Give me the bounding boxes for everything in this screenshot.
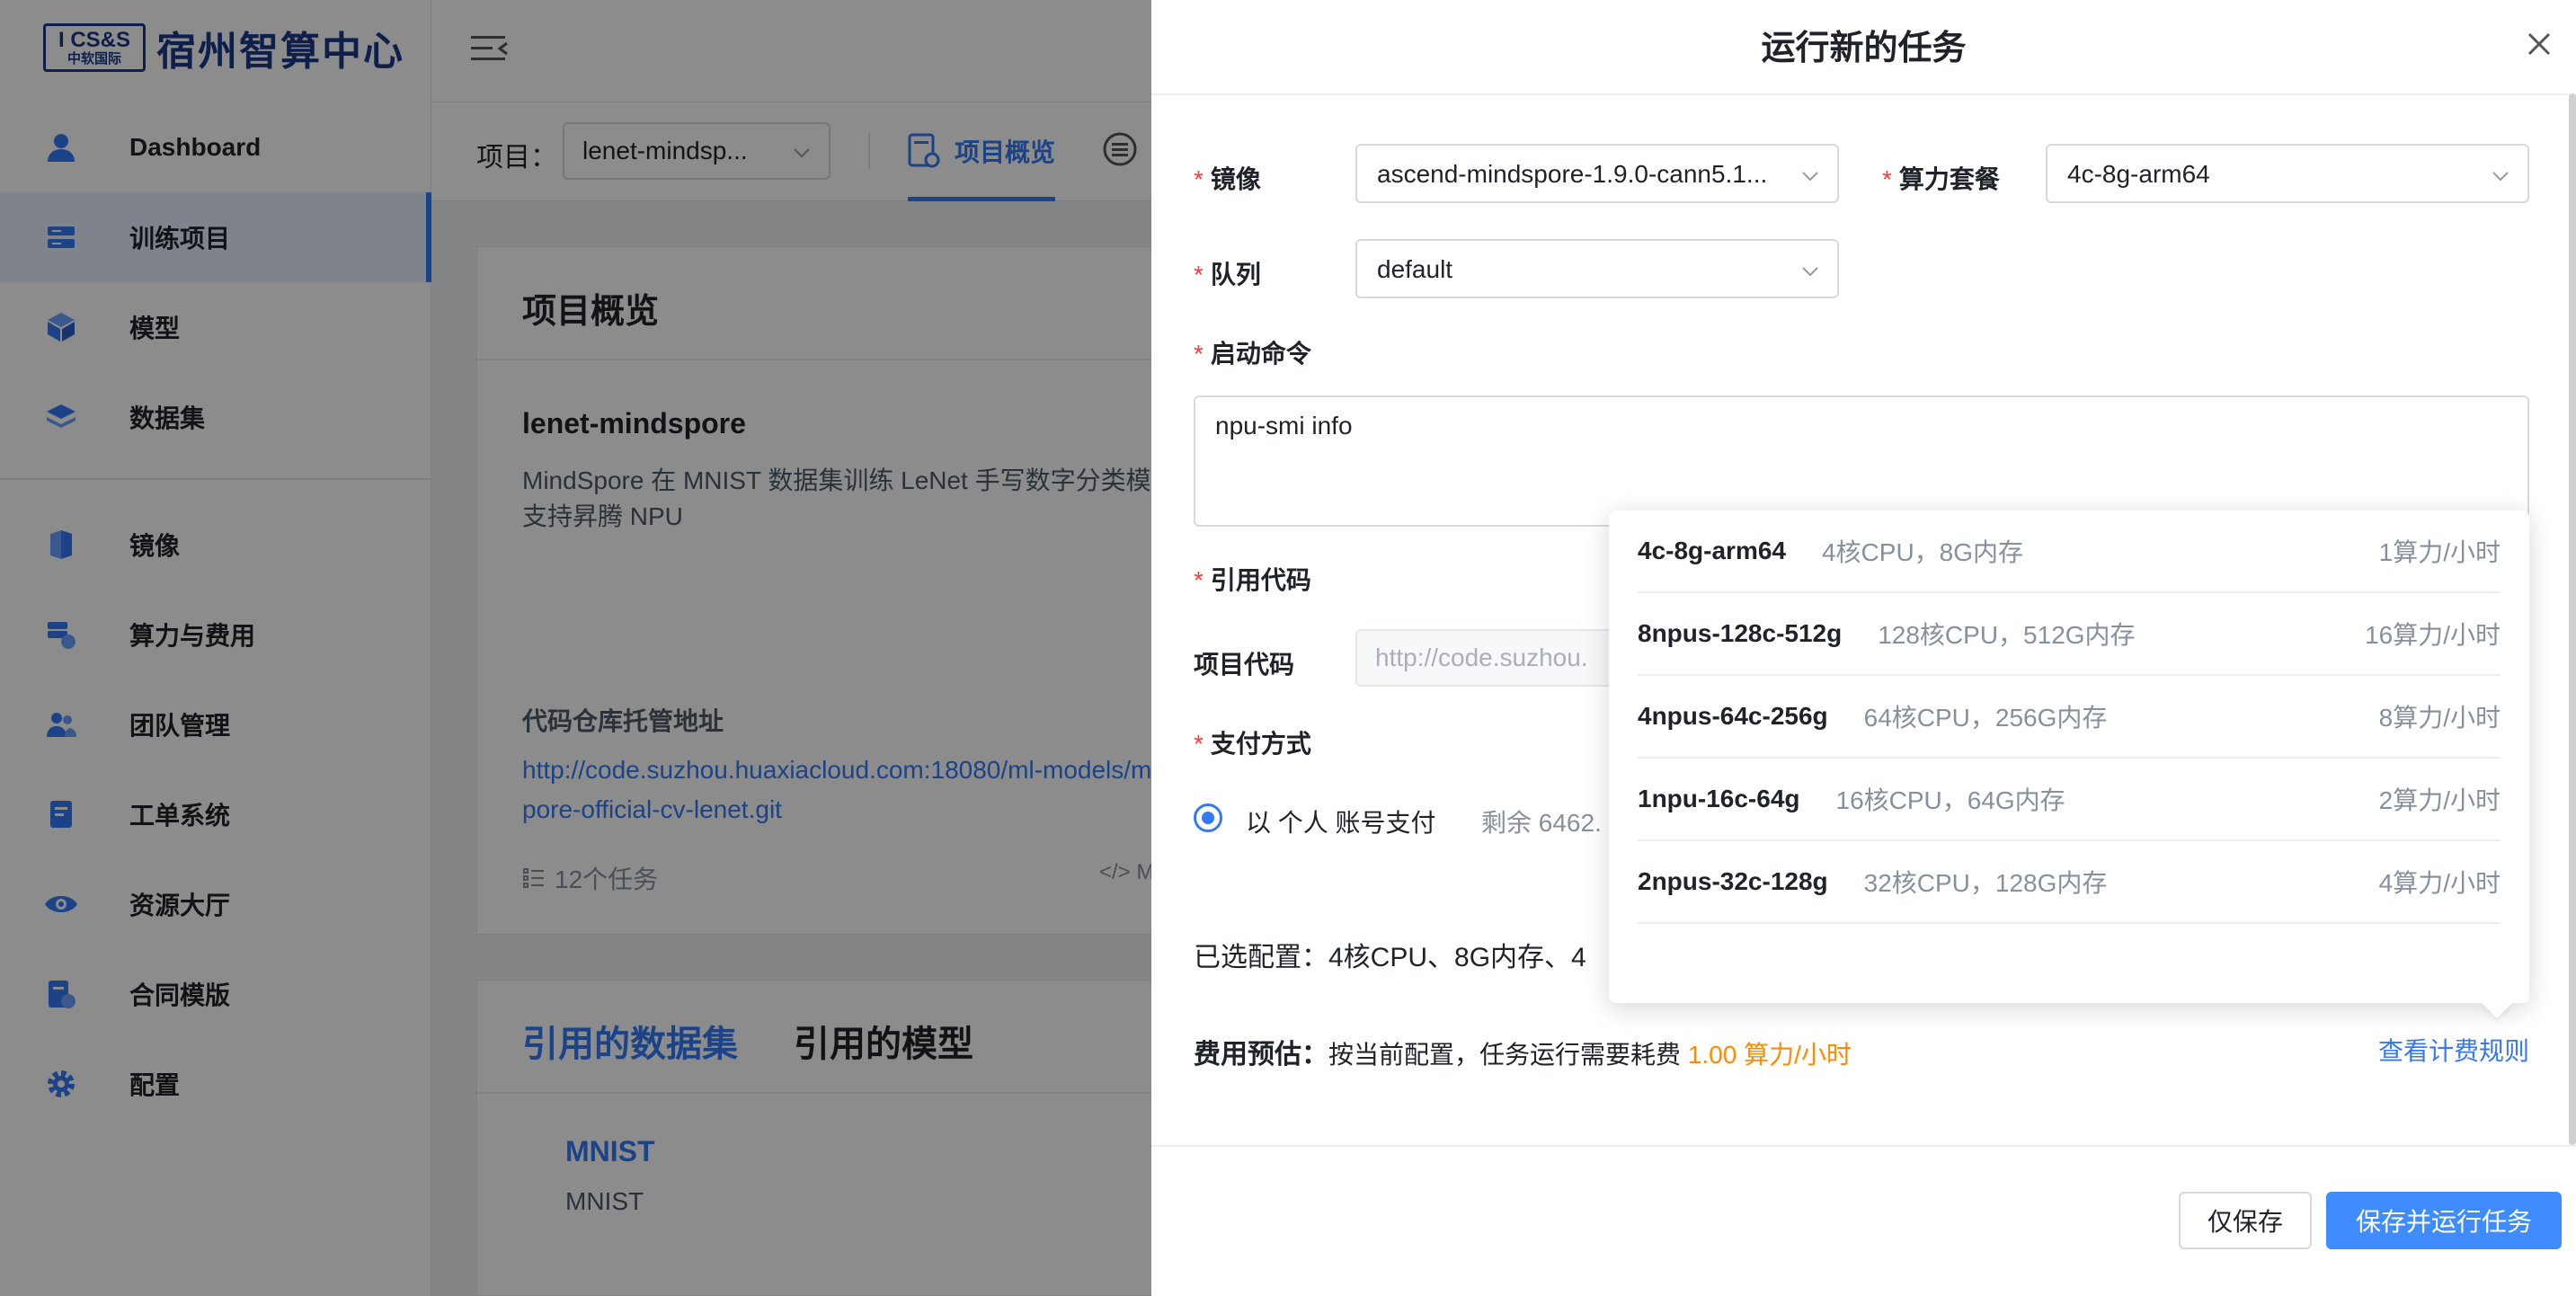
package-option-spec: 128核CPU，512G内存 — [1878, 621, 2136, 649]
package-dropdown: 4c-8g-arm64 4核CPU，8G内存 1算力/小时 8npus-128c… — [1609, 510, 2529, 1003]
package-option-spec: 16核CPU，64G内存 — [1835, 786, 2065, 814]
project-code-label: 项目代码 — [1194, 651, 1295, 679]
divider — [1151, 93, 2576, 95]
required-mark: * — [1194, 566, 1204, 594]
balance-remaining: 剩余 6462. — [1481, 809, 1602, 837]
package-label: * 算力套餐 — [1882, 160, 2000, 196]
save-only-button[interactable]: 仅保存 — [2179, 1192, 2312, 1249]
cost-value: 1.00 算力/小时 — [1687, 1041, 1852, 1069]
payment-option-label[interactable]: 以 个人 账号支付 — [1246, 803, 1436, 839]
image-label-text: 镜像 — [1210, 165, 1261, 193]
command-label-text: 启动命令 — [1210, 340, 1311, 368]
package-label-text: 算力套餐 — [1898, 165, 2000, 193]
save-and-run-button[interactable]: 保存并运行任务 — [2326, 1192, 2562, 1249]
image-select-value: ascend-mindspore-1.9.0-cann5.1... — [1377, 160, 1768, 188]
queue-label: * 队列 — [1194, 255, 1261, 291]
chevron-down-icon — [1802, 172, 1818, 182]
queue-select[interactable]: default — [1355, 239, 1839, 298]
divider — [1151, 1145, 2576, 1147]
command-label: * 启动命令 — [1194, 334, 1311, 370]
package-option-spec: 4核CPU，8G内存 — [1821, 538, 2024, 566]
payment-radio[interactable] — [1194, 803, 1222, 832]
package-option-name: 1npu-16c-64g — [1638, 785, 1800, 812]
required-mark: * — [1194, 730, 1204, 758]
code-ref-label-text: 引用代码 — [1210, 566, 1311, 594]
payment-label-text: 支付方式 — [1210, 730, 1311, 758]
package-option-spec: 32核CPU，128G内存 — [1863, 869, 2108, 897]
selected-config: 已选配置：4核CPU、8G内存、4 — [1194, 943, 1586, 972]
chevron-down-icon — [1802, 267, 1818, 277]
package-option-name: 2npus-32c-128g — [1638, 867, 1828, 895]
package-option-price: 8算力/小时 — [2378, 704, 2500, 732]
package-option[interactable]: 4c-8g-arm64 4核CPU，8G内存 1算力/小时 — [1638, 510, 2500, 593]
close-icon[interactable] — [2526, 31, 2553, 58]
required-mark: * — [1194, 340, 1204, 368]
package-option[interactable]: 8npus-128c-512g 128核CPU，512G内存 16算力/小时 — [1638, 593, 2500, 676]
package-option[interactable]: 2npus-32c-128g 32核CPU，128G内存 4算力/小时 — [1638, 841, 2500, 924]
package-option-name: 4npus-64c-256g — [1638, 702, 1828, 730]
cost-estimate: 费用预估：按当前配置，任务运行需要耗费 1.00 算力/小时 — [1194, 1032, 1852, 1071]
package-option-price: 1算力/小时 — [2378, 538, 2500, 566]
scrollbar-thumb[interactable] — [2569, 93, 2576, 1145]
drawer-title: 运行新的任务 — [1761, 30, 1967, 67]
package-select[interactable]: 4c-8g-arm64 — [2046, 144, 2529, 203]
package-option-name: 8npus-128c-512g — [1638, 619, 1843, 647]
package-select-value: 4c-8g-arm64 — [2067, 160, 2210, 188]
code-ref-label: * 引用代码 — [1194, 561, 1311, 597]
package-option-price: 2算力/小时 — [2378, 786, 2500, 814]
required-mark: * — [1882, 165, 1892, 193]
package-option[interactable]: 1npu-16c-64g 16核CPU，64G内存 2算力/小时 — [1638, 759, 2500, 841]
chevron-down-icon — [2492, 172, 2509, 182]
package-option-spec: 64核CPU，256G内存 — [1863, 704, 2108, 732]
queue-label-text: 队列 — [1210, 261, 1261, 288]
cost-text: 按当前配置，任务运行需要耗费 — [1328, 1041, 1682, 1069]
package-option-price: 16算力/小时 — [2365, 621, 2500, 649]
required-mark: * — [1194, 261, 1204, 288]
command-textarea[interactable]: npu-smi info — [1194, 395, 2529, 527]
billing-rules-link[interactable]: 查看计费规则 — [2378, 1032, 2529, 1068]
package-option[interactable]: 4npus-64c-256g 64核CPU，256G内存 8算力/小时 — [1638, 676, 2500, 759]
package-option-price: 4算力/小时 — [2378, 869, 2500, 897]
image-select[interactable]: ascend-mindspore-1.9.0-cann5.1... — [1355, 144, 1839, 203]
package-option-name: 4c-8g-arm64 — [1638, 537, 1786, 564]
payment-label: * 支付方式 — [1194, 724, 1311, 760]
cost-label: 费用预估： — [1194, 1040, 1328, 1070]
required-mark: * — [1194, 165, 1204, 193]
modal-mask[interactable] — [0, 0, 1151, 1296]
queue-select-value: default — [1377, 255, 1453, 283]
image-label: * 镜像 — [1194, 160, 1261, 196]
